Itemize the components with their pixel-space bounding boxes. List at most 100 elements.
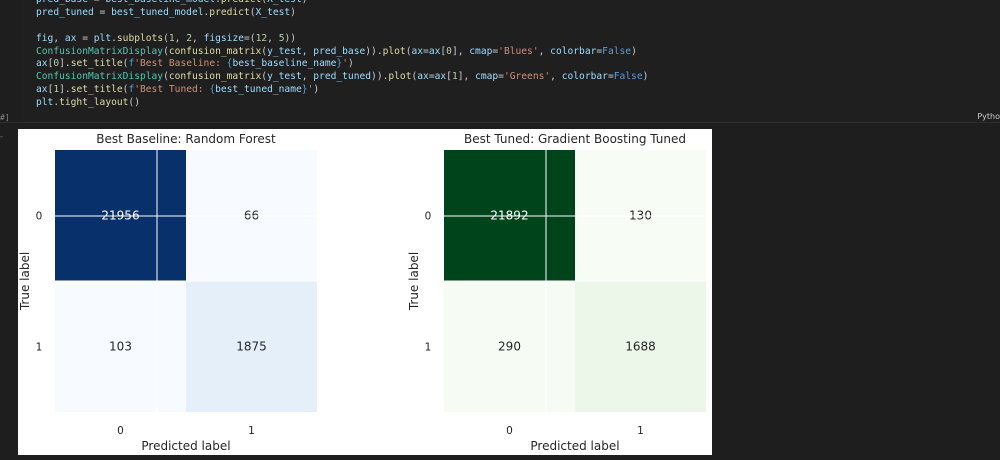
code-token: ): [642, 71, 649, 83]
code-token: )): [284, 32, 297, 44]
code-token: ax: [36, 58, 48, 70]
code-token: ax: [428, 45, 441, 57]
code-token: 'Best Tuned:: [134, 84, 210, 96]
code-line: ConfusionMatrixDisplay(confusion_matrix(…: [36, 71, 648, 84]
chart-title: Best Tuned: Gradient Boosting Tuned: [464, 132, 686, 146]
code-token: 'Best Baseline:: [134, 58, 227, 70]
code-token: ax: [36, 84, 48, 96]
code-token: ,: [550, 71, 562, 83]
cell-value-label: 290: [498, 340, 521, 354]
code-token: pred_tuned: [36, 6, 94, 18]
code-line: ConfusionMatrixDisplay(confusion_matrix(…: [36, 46, 648, 59]
code-token: ,: [538, 45, 551, 57]
x-axis-label: Predicted label: [141, 439, 230, 453]
code-token: fig: [36, 32, 54, 44]
code-token: ,: [192, 32, 204, 44]
code-token: =: [76, 32, 94, 44]
code-token: ax: [64, 32, 77, 44]
code-token: (): [128, 97, 140, 109]
code-line: fig, ax = plt.subplots(1, 2, figsize=(12…: [36, 33, 648, 46]
code-line: pred_base = best_baseline_model.predict(…: [36, 0, 648, 7]
output-gutter-mark: -: [0, 132, 3, 141]
code-token: False: [613, 71, 643, 83]
code-token: X_test: [267, 0, 302, 5]
confusion-matrix-figure: 21956 66103 1875Best Baseline: Random Fore…: [18, 132, 706, 453]
x-tick-label: 1: [248, 425, 255, 437]
code-token: pred_tuned: [313, 71, 372, 83]
x-tick-label: 1: [637, 425, 644, 437]
code-token: subplots: [116, 32, 164, 44]
code-token: best_baseline_name: [232, 58, 337, 70]
code-token: ,: [267, 32, 279, 44]
code-token: ): [302, 0, 308, 5]
code-token: ],: [457, 71, 476, 83]
code-token: ): [631, 45, 637, 57]
code-token: pred_base: [313, 45, 366, 57]
execution-count: #]: [0, 113, 10, 122]
y-tick-label: 0: [36, 211, 43, 223]
code-token: tight_layout: [59, 97, 129, 109]
code-token: plt: [36, 97, 54, 109]
y-axis-label: True label: [18, 252, 32, 311]
code-token: =: [93, 6, 112, 18]
code-line: pred_tuned = best_tuned_model.predict(X_…: [36, 7, 648, 20]
code-token: ConfusionMatrixDisplay: [36, 71, 164, 83]
code-token: ],: [451, 45, 470, 57]
code-token: ,: [53, 32, 65, 44]
code-line: ax[0].set_title(f'Best Baseline: {best_b…: [36, 58, 648, 71]
cell-language-label[interactable]: Pytho: [977, 112, 1000, 121]
chart-title: Best Baseline: Random Forest: [96, 132, 276, 146]
code-token: y_test: [267, 45, 302, 57]
code-token: ,: [301, 71, 314, 83]
code-token: ): [313, 84, 320, 96]
confusion-matrix-0: 21956 66103 1875Best Baseline: Random Fore…: [18, 132, 317, 453]
code-token: figsize: [203, 32, 245, 44]
code-token: ax: [417, 71, 429, 83]
code-token: plot: [382, 45, 406, 57]
code-cell[interactable]: pred_base = best_baseline_model.predict(…: [22, 0, 1000, 122]
cell-divider: [0, 122, 1000, 123]
confusion-matrix-1: 21892 130290 1688Best Tuned: Gradient Boos…: [407, 132, 706, 453]
code-token: =(: [244, 32, 256, 44]
y-axis-label: True label: [407, 252, 421, 311]
cell-value-label: 103: [109, 340, 132, 354]
code-token: best_baseline_model: [105, 0, 215, 5]
code-token: ].: [59, 58, 71, 70]
x-tick-label: 0: [506, 425, 513, 437]
code-token: best_tuned_name: [215, 84, 302, 96]
cell-value-label: 1688: [625, 340, 656, 354]
cell-output: 21956 66 103 1875 Best Baseline: Random Fore…: [18, 129, 712, 455]
code-line: ax[1].set_title(f'Best Tuned: {best_tune…: [36, 84, 648, 97]
code-editor[interactable]: pred_base = best_baseline_model.predict(…: [36, 0, 648, 110]
code-token: set_title: [70, 58, 123, 70]
x-tick-label: 0: [117, 425, 124, 437]
code-token: ax: [434, 71, 447, 83]
code-token: predict: [209, 6, 250, 18]
code-token: plot: [388, 71, 412, 83]
code-line: plt.tight_layout(): [36, 97, 648, 110]
y-tick-label: 1: [36, 342, 43, 354]
code-token: best_tuned_model: [111, 6, 204, 18]
code-token: ConfusionMatrixDisplay: [36, 45, 164, 57]
code-token: plt: [93, 32, 112, 44]
code-token: 12: [255, 32, 268, 44]
code-token: X_test: [255, 6, 291, 18]
code-token: cmap: [469, 45, 493, 57]
code-token: y_test: [267, 71, 302, 83]
code-token: ): [290, 6, 296, 18]
code-token: ax: [411, 45, 424, 57]
code-token: predict: [221, 0, 261, 5]
code-token: )).: [365, 45, 383, 57]
code-token: colorbar: [561, 71, 608, 83]
cell-value-label: 1875: [236, 340, 267, 354]
code-token: False: [602, 45, 632, 57]
code-token: ,: [301, 45, 314, 57]
code-token: pred_base: [36, 0, 88, 5]
code-token: ): [347, 58, 354, 70]
code-token: 'Blues': [498, 45, 539, 57]
code-token: colorbar: [550, 45, 597, 57]
code-token: confusion_matrix: [168, 71, 262, 83]
code-token: =: [88, 0, 105, 5]
y-tick-label: 1: [425, 342, 432, 354]
